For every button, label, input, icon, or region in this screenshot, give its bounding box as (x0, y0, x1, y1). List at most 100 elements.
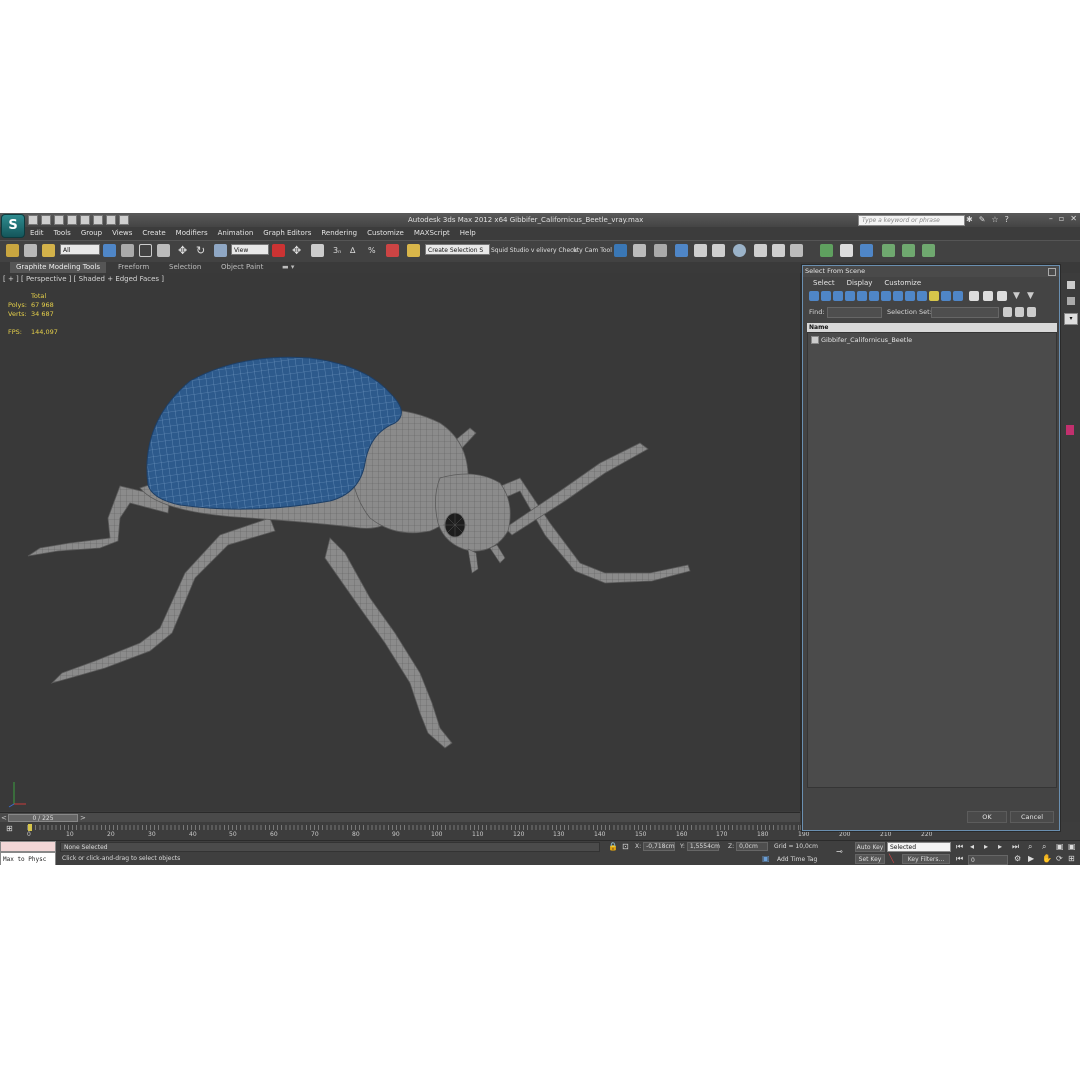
dialog-close-icon[interactable] (1048, 268, 1056, 276)
graphite-toggle-icon[interactable] (675, 244, 688, 257)
select-object-icon[interactable] (103, 244, 116, 257)
window-crossing-icon[interactable] (157, 244, 170, 257)
select-all-icon[interactable] (969, 291, 979, 301)
mirror-icon[interactable] (614, 244, 627, 257)
filter-helpers-icon[interactable] (857, 291, 867, 301)
menu-create[interactable]: Create (137, 227, 170, 239)
selection-set-icon-2[interactable] (1015, 307, 1024, 317)
star-icon[interactable]: ☆ (991, 215, 998, 224)
go-to-end-icon[interactable]: ⏭ (1012, 842, 1019, 852)
vray-icon-6[interactable] (922, 244, 935, 257)
time-slider-thumb[interactable]: 0 / 225 (8, 814, 78, 822)
selection-set-icon-1[interactable] (1003, 307, 1012, 317)
selection-set-icon-3[interactable] (1027, 307, 1036, 317)
curve-editor-icon[interactable] (694, 244, 707, 257)
mini-curve-editor-icon[interactable]: ⊞ (6, 824, 18, 834)
align-icon[interactable] (633, 244, 646, 257)
snap-3-icon[interactable]: 3ₙ (333, 244, 346, 257)
select-invert-icon[interactable] (997, 291, 1007, 301)
unlink-icon[interactable] (24, 244, 37, 257)
add-time-tag[interactable]: Add Time Tag (777, 855, 817, 865)
select-none-icon[interactable] (983, 291, 993, 301)
open-icon[interactable] (41, 215, 51, 225)
select-by-name-icon[interactable] (121, 244, 134, 257)
name-column-header[interactable]: Name (807, 323, 1057, 332)
close-icon[interactable]: ✕ (1070, 214, 1077, 223)
percent-snap-icon[interactable]: % (368, 244, 381, 257)
play-icon[interactable]: ▸ (984, 842, 988, 852)
ref-coord-dropdown[interactable]: View (231, 244, 269, 255)
filter-groups-icon[interactable] (881, 291, 891, 301)
zoom-all-icon[interactable]: ⌕ (1042, 842, 1046, 852)
find-input[interactable] (827, 307, 882, 318)
orbit-icon[interactable]: ⟳ (1056, 854, 1063, 864)
selection-set-dropdown[interactable] (931, 307, 999, 318)
next-frame-icon[interactable]: ▸ (998, 842, 1002, 852)
angle-snap-icon[interactable]: ∆ (350, 244, 363, 257)
dialog-menu-select[interactable]: Select (807, 278, 841, 289)
panel-dropdown[interactable]: ▾ (1064, 313, 1078, 325)
menu-help[interactable]: Help (455, 227, 481, 239)
script-button-1[interactable]: Squid Studio v elivery Check (491, 247, 577, 254)
beetle-model[interactable] (0, 273, 800, 811)
key-filters-button[interactable]: Key Filters... (902, 854, 950, 864)
menu-animation[interactable]: Animation (213, 227, 259, 239)
tab-selection[interactable]: Selection (163, 262, 207, 273)
link-icon[interactable] (6, 244, 19, 257)
help-icon[interactable]: ? (1005, 215, 1009, 224)
go-to-start-icon[interactable]: ⏮ (956, 842, 963, 852)
filter-cameras-icon[interactable] (845, 291, 855, 301)
render-teapot-icon[interactable] (790, 244, 803, 257)
key-icon[interactable]: ⊸ (836, 847, 843, 857)
new-icon[interactable] (28, 215, 38, 225)
keyboard-shortcut-icon[interactable] (311, 244, 324, 257)
filter-hidden-icon[interactable] (941, 291, 951, 301)
scale-icon[interactable] (214, 244, 227, 257)
filter-geometry-icon[interactable] (809, 291, 819, 301)
named-selection-dropdown[interactable]: Create Selection S (425, 244, 490, 255)
filter-shapes-icon[interactable] (821, 291, 831, 301)
menu-modifiers[interactable]: Modifiers (171, 227, 213, 239)
modify-tab-icon[interactable] (1067, 297, 1075, 305)
menu-tools[interactable]: Tools (49, 227, 76, 239)
move-icon[interactable]: ✥ (178, 244, 191, 257)
menu-views[interactable]: Views (107, 227, 137, 239)
filter-containers-icon[interactable] (917, 291, 927, 301)
maxscript-listener-input[interactable]: Max to Physc (0, 852, 56, 865)
spinner-snap-icon[interactable] (386, 244, 399, 257)
selection-filter-dropdown[interactable]: All (60, 244, 100, 255)
pan-icon[interactable]: ✋ (1042, 854, 1052, 864)
rendered-frame-icon[interactable] (772, 244, 785, 257)
key-mode-icon[interactable]: ⏮ (956, 854, 963, 864)
schematic-view-icon[interactable] (712, 244, 725, 257)
menu-graph-editors[interactable]: Graph Editors (258, 227, 316, 239)
menu-edit[interactable]: Edit (26, 227, 49, 239)
key-mode-dropdown[interactable]: Selected (887, 842, 951, 852)
rotate-icon[interactable]: ↻ (196, 244, 209, 257)
filter-spacewarps-icon[interactable] (869, 291, 879, 301)
maximize-viewport-icon[interactable]: ⊞ (1068, 854, 1075, 864)
filter-bones-icon[interactable] (905, 291, 915, 301)
current-frame-field[interactable]: 0 (968, 855, 1008, 865)
time-tag-icon[interactable]: ▣ (762, 854, 770, 864)
app-logo[interactable]: S (1, 214, 25, 238)
bind-spacewarp-icon[interactable] (42, 244, 55, 257)
y-field[interactable]: 1,5554cm (686, 842, 720, 851)
render-setup-icon[interactable] (754, 244, 767, 257)
time-config-icon[interactable]: ⚙ (1014, 854, 1021, 864)
script-button-2[interactable]: uty Cam Tool v (573, 247, 617, 254)
prev-frame-icon[interactable]: ◂ (970, 842, 974, 852)
color-swatch[interactable] (1066, 425, 1074, 435)
menu-group[interactable]: Group (76, 227, 107, 239)
tools-icon[interactable]: ✎ (979, 215, 986, 224)
zoom-extents-all-icon[interactable]: ▣ (1068, 842, 1076, 852)
filter-lights-icon[interactable] (833, 291, 843, 301)
select-manipulate-icon[interactable]: ✥ (292, 244, 305, 257)
fetch-icon[interactable] (106, 215, 116, 225)
filter-all-icon[interactable] (953, 291, 963, 301)
field-of-view-icon[interactable]: ▶ (1028, 854, 1034, 864)
maxscript-listener-top[interactable] (0, 841, 56, 852)
vray-icon-1[interactable] (820, 244, 833, 257)
absolute-mode-icon[interactable]: ⊡ (622, 842, 629, 852)
ok-button[interactable]: OK (967, 811, 1007, 823)
